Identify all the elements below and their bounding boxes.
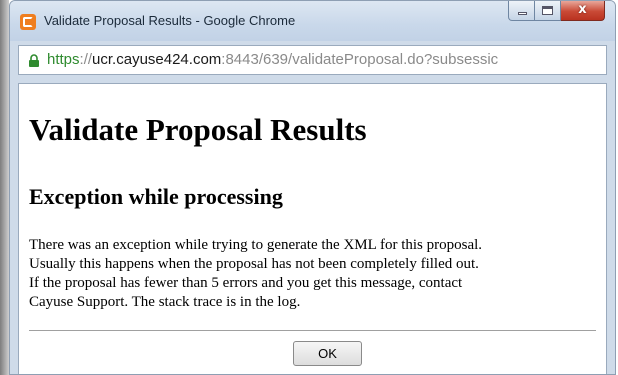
url-text[interactable]: https://ucr.cayuse424.com:8443/639/valid… [47,51,498,68]
error-message: There was an exception while trying to g… [29,236,614,312]
ok-button[interactable]: OK [293,341,362,366]
close-button[interactable]: x [561,1,605,21]
message-line: There was an exception while trying to g… [29,237,483,253]
chrome-app-icon [20,14,36,30]
url-separator: :// [79,51,93,68]
lock-icon [29,54,39,67]
message-line: Usually this happens when the proposal h… [29,256,479,272]
close-icon: x [578,2,587,17]
section-title: Exception while processing [29,184,283,209]
page-title: Validate Proposal Results [29,112,367,147]
maximize-button[interactable] [535,1,561,21]
browser-popup-window: Validate Proposal Results - Google Chrom… [9,0,616,375]
message-line: If the proposal has fewer than 5 errors … [29,275,463,291]
url-host: ucr.cayuse424.com [92,51,222,68]
url-path: :8443/639/validateProposal.do?subsessic [221,51,499,68]
desktop-background [0,0,9,375]
message-line: Cayuse Support. The stack trace is in th… [29,294,301,310]
window-controls: x [508,1,605,23]
minimize-button[interactable] [508,1,535,21]
window-title: Validate Proposal Results - Google Chrom… [44,13,296,28]
divider [29,330,596,331]
address-bar[interactable]: https://ucr.cayuse424.com:8443/639/valid… [18,45,607,75]
page-content: Validate Proposal Results Exception whil… [18,83,607,374]
title-bar[interactable]: Validate Proposal Results - Google Chrom… [10,1,615,41]
url-scheme: https [47,51,80,68]
